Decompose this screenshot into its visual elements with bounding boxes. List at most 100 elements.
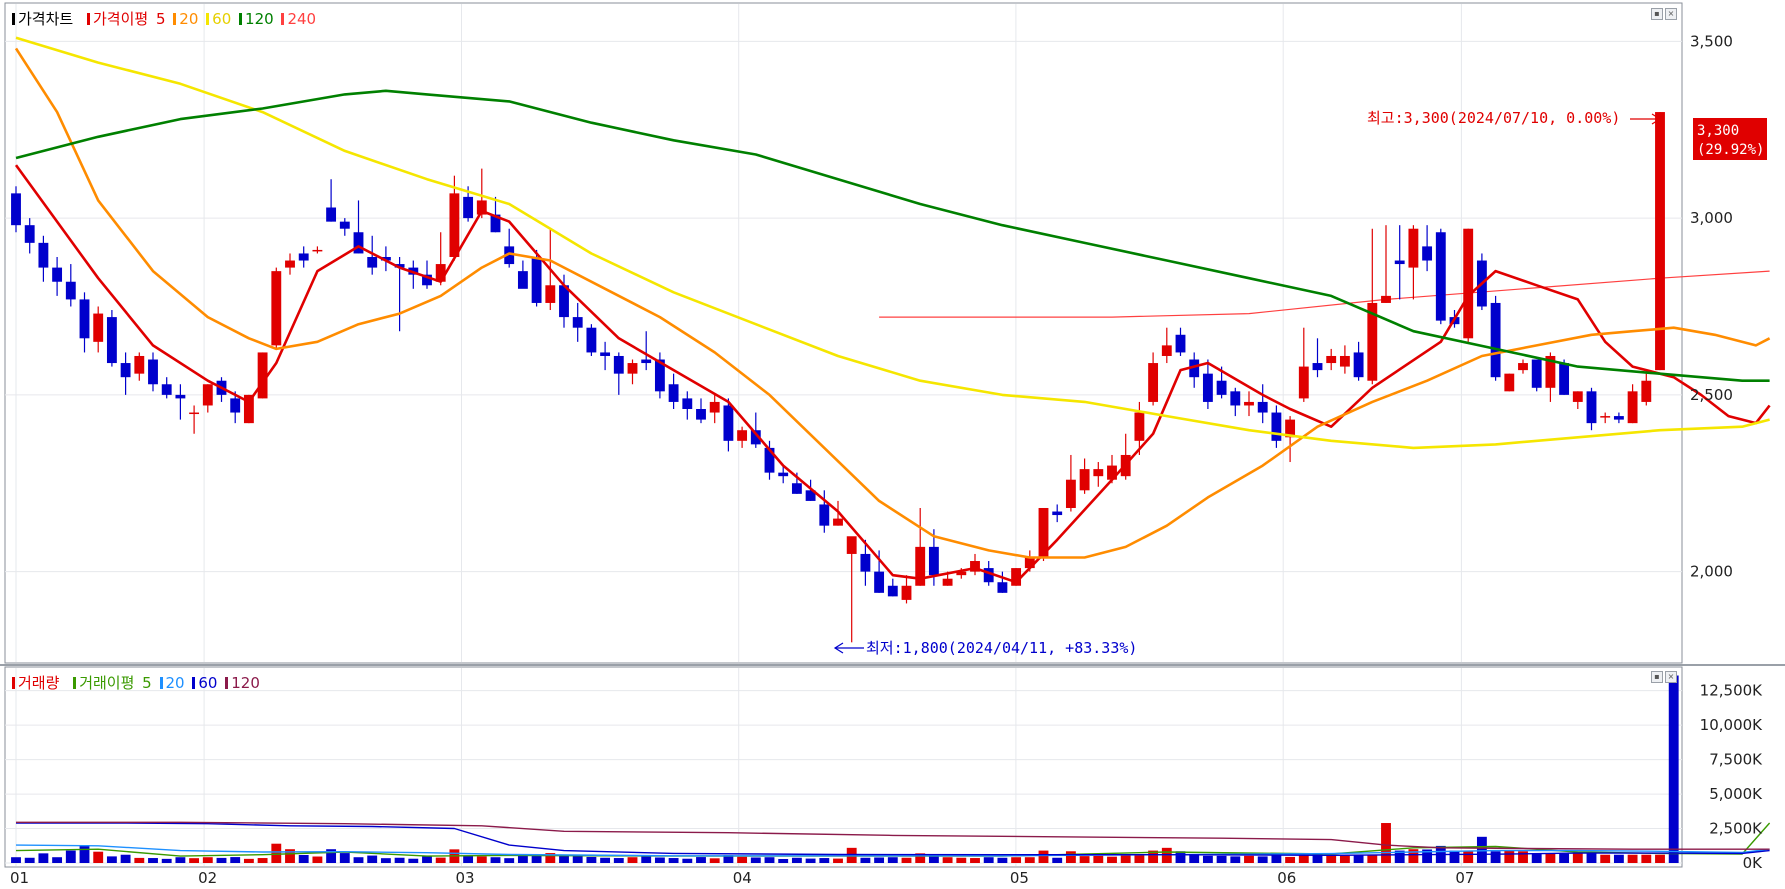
volume-bar [1271, 855, 1282, 863]
volume-bar [1011, 857, 1022, 863]
volume-bar [1518, 851, 1528, 863]
candle-body [874, 571, 885, 593]
candle-body [1052, 511, 1063, 516]
candle-body [1531, 359, 1542, 388]
volume-bar [1216, 855, 1227, 863]
volume-bar [1449, 850, 1460, 863]
candle-body [298, 253, 309, 261]
volume-bar [764, 857, 775, 863]
volume-bar [435, 857, 446, 863]
volume-bar [1189, 854, 1200, 863]
price-chart-marker [12, 13, 15, 25]
candle-body [1202, 373, 1213, 402]
volume-bar [1038, 850, 1049, 863]
volume-bar [202, 857, 213, 863]
price-panel-minimize-button[interactable]: ▪ [1651, 8, 1663, 20]
volume-ma-20-label: 20 [165, 674, 185, 692]
candle-body [271, 271, 282, 346]
volume-bar [1531, 853, 1542, 863]
candle-body [1559, 363, 1570, 395]
candle-body [339, 221, 350, 229]
volume-bar [627, 857, 638, 863]
volume-bar [298, 855, 309, 863]
candle-body [572, 317, 583, 328]
volume-bar [668, 858, 679, 863]
volume-bar [367, 855, 378, 863]
volume-bar [1490, 851, 1501, 863]
candle-body [1655, 112, 1665, 371]
candle-body [942, 578, 953, 586]
volume-bar [79, 845, 90, 863]
candle-body [627, 363, 638, 374]
volume-bar [586, 856, 597, 863]
volume-bar [1339, 855, 1350, 863]
high-price-annotation: 최고:3,300(2024/07/10, 0.00%) [1367, 109, 1620, 127]
volume-bar [120, 854, 131, 863]
price-axis-label: 2,500 [1690, 386, 1733, 404]
volume-ma-120-label: 120 [231, 674, 260, 692]
volume-bar [887, 857, 898, 863]
candle-body [1394, 260, 1405, 265]
candle-body [1065, 479, 1076, 508]
volume-bar [175, 857, 186, 863]
date-axis-label: 04 [733, 869, 752, 887]
candle-body [463, 196, 474, 219]
candle-body [11, 193, 21, 226]
volume-bar [1559, 853, 1570, 863]
volume-bar [1244, 855, 1254, 863]
candle-body [175, 394, 186, 399]
volume-bar [654, 857, 665, 863]
volume-bar [1065, 851, 1076, 863]
volume-bar [394, 857, 405, 863]
volume-bar [38, 853, 49, 863]
volume-bar [52, 857, 63, 863]
volume-bar [243, 858, 254, 863]
candle-body [134, 355, 145, 374]
volume-bar [65, 850, 76, 863]
candle-body [285, 260, 295, 268]
candle-body [24, 225, 35, 243]
volume-ma-marker [73, 677, 77, 689]
price-ma-60-label: 60 [212, 10, 232, 28]
volume-bar [1107, 856, 1117, 863]
candle-body [1326, 355, 1337, 364]
volume-bar [1079, 856, 1090, 863]
volume-bar [805, 858, 816, 863]
volume-bar [1627, 854, 1638, 863]
volume-panel-minimize-button[interactable]: ▪ [1651, 671, 1663, 683]
candle-body [1134, 412, 1145, 441]
candle-body [1244, 401, 1254, 406]
candle-body [1353, 352, 1364, 378]
volume-ma-label: 거래이평 [79, 674, 135, 692]
volume-bar [422, 856, 432, 863]
candle-body [312, 249, 323, 252]
candle-body [723, 405, 734, 441]
volume-bar [1298, 855, 1309, 863]
volume-bar [709, 858, 720, 863]
volume-bar [1463, 850, 1474, 863]
volume-axis-label: 12,500K [1700, 682, 1763, 700]
candle-body [833, 518, 843, 526]
volume-bar [1381, 823, 1391, 863]
volume-legend: 거래량 거래이평 5 20 60 120 [12, 672, 263, 693]
date-axis: 01 02 03 04 05 06 07 [10, 869, 1474, 887]
volume-panel-close-button[interactable]: × [1665, 671, 1677, 683]
candle-body [846, 536, 857, 554]
volume-axis-label: 2,500K [1709, 820, 1763, 838]
price-panel-close-button[interactable]: × [1665, 8, 1677, 20]
candle-body [1381, 295, 1391, 303]
volume-bar [504, 858, 515, 863]
volume-bar [380, 858, 391, 863]
candle-body [1463, 228, 1474, 339]
volume-bar [490, 857, 501, 863]
candle-body [545, 285, 556, 303]
candle-body [1216, 380, 1227, 395]
volume-bar [1134, 854, 1145, 863]
volume-bar [339, 853, 350, 863]
candle-body [1339, 355, 1350, 367]
candle-body [1312, 363, 1323, 371]
volume-bar [1230, 856, 1241, 863]
volume-bar [819, 858, 830, 863]
candle-body [189, 412, 200, 415]
candle-body [668, 384, 679, 402]
